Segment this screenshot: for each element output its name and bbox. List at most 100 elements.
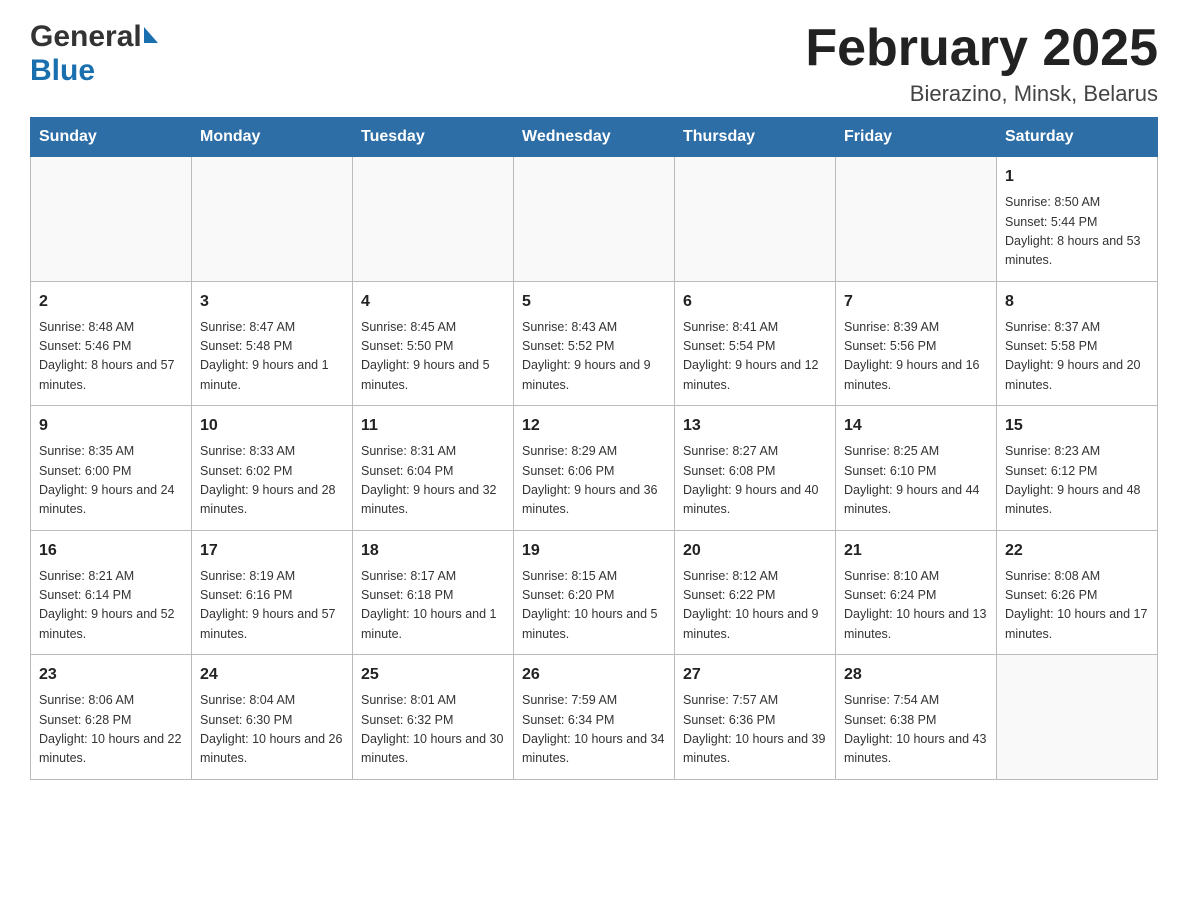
day-info: Sunrise: 8:10 AM Sunset: 6:24 PM Dayligh… [844, 567, 988, 645]
calendar-cell: 13 Sunrise: 8:27 AM Sunset: 6:08 PM Dayli… [675, 406, 836, 531]
day-info: Sunrise: 8:23 AM Sunset: 6:12 PM Dayligh… [1005, 442, 1149, 520]
week-row-4: 23Sunrise: 8:06 AM Sunset: 6:28 PM Dayli… [31, 655, 1158, 780]
day-number: 20 [683, 539, 827, 563]
week-row-3: 16Sunrise: 8:21 AM Sunset: 6:14 PM Dayli… [31, 530, 1158, 655]
day-info: Sunrise: 8:48 AM Sunset: 5:46 PM Dayligh… [39, 318, 183, 396]
header-friday: Friday [836, 118, 997, 157]
day-number: 19 [522, 539, 666, 563]
logo-arrow-icon [144, 27, 158, 43]
day-info: Sunrise: 8:50 AM Sunset: 5:44 PM Dayligh… [1005, 193, 1149, 271]
day-number: 4 [361, 290, 505, 314]
day-number: 12 [522, 414, 666, 438]
day-number: 14 [844, 414, 988, 438]
day-info: Sunrise: 7:57 AM Sunset: 6:36 PM Dayligh… [683, 691, 827, 769]
day-number: 17 [200, 539, 344, 563]
calendar-cell: 1 Sunrise: 8:50 AM Sunset: 5:44 PM Daylig… [997, 157, 1158, 282]
day-info: Sunrise: 8:43 AM Sunset: 5:52 PM Dayligh… [522, 318, 666, 396]
day-info: Sunrise: 8:35 AM Sunset: 6:00 PM Dayligh… [39, 442, 183, 520]
calendar-cell: 15 Sunrise: 8:23 AM Sunset: 6:12 PM Dayli… [997, 406, 1158, 531]
calendar-title: February 2025 [805, 20, 1158, 77]
day-info: Sunrise: 8:21 AM Sunset: 6:14 PM Dayligh… [39, 567, 183, 645]
header-sunday: Sunday [31, 118, 192, 157]
day-info: Sunrise: 8:01 AM Sunset: 6:32 PM Dayligh… [361, 691, 505, 769]
header-tuesday: Tuesday [353, 118, 514, 157]
calendar-cell [31, 157, 192, 282]
calendar-cell: 7 Sunrise: 8:39 AM Sunset: 5:56 PM Daylig… [836, 281, 997, 406]
calendar-cell: 22Sunrise: 8:08 AM Sunset: 6:26 PM Dayli… [997, 530, 1158, 655]
calendar-header: SundayMondayTuesdayWednesdayThursdayFrid… [31, 118, 1158, 157]
calendar-cell: 25Sunrise: 8:01 AM Sunset: 6:32 PM Dayli… [353, 655, 514, 780]
calendar-cell: 24 Sunrise: 8:04 AM Sunset: 6:30 PM Dayli… [192, 655, 353, 780]
day-number: 9 [39, 414, 183, 438]
day-info: Sunrise: 8:37 AM Sunset: 5:58 PM Dayligh… [1005, 318, 1149, 396]
calendar-cell: 17 Sunrise: 8:19 AM Sunset: 6:16 PM Dayli… [192, 530, 353, 655]
header-row: SundayMondayTuesdayWednesdayThursdayFrid… [31, 118, 1158, 157]
day-info: Sunrise: 8:47 AM Sunset: 5:48 PM Dayligh… [200, 318, 344, 396]
calendar-table: SundayMondayTuesdayWednesdayThursdayFrid… [30, 117, 1158, 780]
day-info: Sunrise: 8:12 AM Sunset: 6:22 PM Dayligh… [683, 567, 827, 645]
calendar-cell: 21 Sunrise: 8:10 AM Sunset: 6:24 PM Dayli… [836, 530, 997, 655]
day-number: 15 [1005, 414, 1149, 438]
day-info: Sunrise: 8:17 AM Sunset: 6:18 PM Dayligh… [361, 567, 505, 645]
week-row-0: 1 Sunrise: 8:50 AM Sunset: 5:44 PM Daylig… [31, 157, 1158, 282]
week-row-2: 9 Sunrise: 8:35 AM Sunset: 6:00 PM Daylig… [31, 406, 1158, 531]
calendar-cell: 11Sunrise: 8:31 AM Sunset: 6:04 PM Dayli… [353, 406, 514, 531]
logo-general-text: General [30, 20, 142, 54]
header-wednesday: Wednesday [514, 118, 675, 157]
day-info: Sunrise: 8:15 AM Sunset: 6:20 PM Dayligh… [522, 567, 666, 645]
calendar-cell [514, 157, 675, 282]
calendar-cell: 20 Sunrise: 8:12 AM Sunset: 6:22 PM Dayli… [675, 530, 836, 655]
calendar-cell: 12 Sunrise: 8:29 AM Sunset: 6:06 PM Dayli… [514, 406, 675, 531]
calendar-cell: 16Sunrise: 8:21 AM Sunset: 6:14 PM Dayli… [31, 530, 192, 655]
calendar-cell [836, 157, 997, 282]
day-number: 26 [522, 663, 666, 687]
week-row-1: 2 Sunrise: 8:48 AM Sunset: 5:46 PM Daylig… [31, 281, 1158, 406]
calendar-cell: 8 Sunrise: 8:37 AM Sunset: 5:58 PM Daylig… [997, 281, 1158, 406]
day-number: 23 [39, 663, 183, 687]
calendar-cell: 23Sunrise: 8:06 AM Sunset: 6:28 PM Dayli… [31, 655, 192, 780]
day-info: Sunrise: 7:59 AM Sunset: 6:34 PM Dayligh… [522, 691, 666, 769]
day-info: Sunrise: 8:45 AM Sunset: 5:50 PM Dayligh… [361, 318, 505, 396]
calendar-cell: 6 Sunrise: 8:41 AM Sunset: 5:54 PM Daylig… [675, 281, 836, 406]
header-saturday: Saturday [997, 118, 1158, 157]
title-block: February 2025 Bierazino, Minsk, Belarus [805, 20, 1158, 107]
calendar-cell [997, 655, 1158, 780]
day-info: Sunrise: 8:41 AM Sunset: 5:54 PM Dayligh… [683, 318, 827, 396]
calendar-cell [192, 157, 353, 282]
calendar-body: 1 Sunrise: 8:50 AM Sunset: 5:44 PM Daylig… [31, 157, 1158, 780]
day-number: 10 [200, 414, 344, 438]
calendar-cell: 19 Sunrise: 8:15 AM Sunset: 6:20 PM Dayli… [514, 530, 675, 655]
calendar-cell: 9 Sunrise: 8:35 AM Sunset: 6:00 PM Daylig… [31, 406, 192, 531]
calendar-cell: 10Sunrise: 8:33 AM Sunset: 6:02 PM Dayli… [192, 406, 353, 531]
day-number: 8 [1005, 290, 1149, 314]
calendar-cell [353, 157, 514, 282]
day-number: 2 [39, 290, 183, 314]
day-number: 18 [361, 539, 505, 563]
day-info: Sunrise: 8:39 AM Sunset: 5:56 PM Dayligh… [844, 318, 988, 396]
day-number: 24 [200, 663, 344, 687]
day-number: 21 [844, 539, 988, 563]
day-number: 13 [683, 414, 827, 438]
calendar-cell: 26 Sunrise: 7:59 AM Sunset: 6:34 PM Dayli… [514, 655, 675, 780]
day-number: 7 [844, 290, 988, 314]
day-number: 28 [844, 663, 988, 687]
calendar-cell: 5 Sunrise: 8:43 AM Sunset: 5:52 PM Daylig… [514, 281, 675, 406]
day-info: Sunrise: 8:25 AM Sunset: 6:10 PM Dayligh… [844, 442, 988, 520]
day-info: Sunrise: 8:29 AM Sunset: 6:06 PM Dayligh… [522, 442, 666, 520]
day-number: 5 [522, 290, 666, 314]
day-info: Sunrise: 8:27 AM Sunset: 6:08 PM Dayligh… [683, 442, 827, 520]
calendar-cell: 27Sunrise: 7:57 AM Sunset: 6:36 PM Dayli… [675, 655, 836, 780]
calendar-cell: 2 Sunrise: 8:48 AM Sunset: 5:46 PM Daylig… [31, 281, 192, 406]
calendar-cell: 4 Sunrise: 8:45 AM Sunset: 5:50 PM Daylig… [353, 281, 514, 406]
page-header: General Blue February 2025 Bierazino, Mi… [30, 20, 1158, 107]
calendar-cell: 3 Sunrise: 8:47 AM Sunset: 5:48 PM Daylig… [192, 281, 353, 406]
calendar-subtitle: Bierazino, Minsk, Belarus [805, 81, 1158, 107]
calendar-cell: 18 Sunrise: 8:17 AM Sunset: 6:18 PM Dayli… [353, 530, 514, 655]
logo: General Blue [30, 20, 158, 88]
day-number: 6 [683, 290, 827, 314]
logo-blue-text: Blue [30, 54, 95, 87]
day-info: Sunrise: 8:19 AM Sunset: 6:16 PM Dayligh… [200, 567, 344, 645]
day-info: Sunrise: 8:04 AM Sunset: 6:30 PM Dayligh… [200, 691, 344, 769]
day-number: 1 [1005, 165, 1149, 189]
day-number: 3 [200, 290, 344, 314]
